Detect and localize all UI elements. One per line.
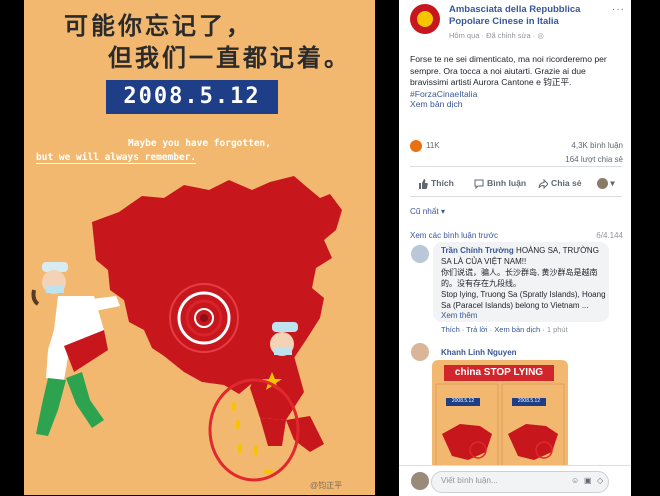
comments-count[interactable]: 4,3K bình luận: [571, 141, 623, 150]
comment-en-text: Stop lying, Truong Sa (Spratly Islands),…: [441, 290, 606, 310]
poster-illustration: [31, 176, 342, 482]
page-avatar[interactable]: [410, 4, 440, 34]
globe-icon: ◎: [537, 31, 544, 40]
nurse-italy-figure: [31, 262, 120, 436]
post-meta-text: Hôm qua · Đã chỉnh sửa ·: [449, 31, 538, 40]
emblem-icon: [417, 11, 433, 27]
poster-date: 2008.5.12: [106, 80, 278, 114]
comment-label: Bình luận: [487, 178, 527, 188]
comment-sort-dropdown[interactable]: Cũ nhất ▾: [410, 206, 445, 216]
poster-english-line2: but we will always remember.: [36, 152, 197, 164]
page-name-link[interactable]: Ambasciata della Repubblica Popolare Cin…: [449, 4, 619, 28]
share-arrow-icon: [538, 178, 549, 189]
divider: [410, 166, 622, 167]
post-meta: Hôm qua · Đã chỉnh sửa · ◎: [449, 31, 544, 40]
commenter-name-link[interactable]: Khanh Linh Nguyen: [441, 348, 517, 357]
comment-image-illustration: [435, 383, 565, 467]
thumbs-up-icon: [419, 178, 428, 189]
speech-bubble-icon: [474, 179, 484, 189]
comment-body: Trần Chính Trường HOÀNG SA, TRƯỜNG SA LÀ…: [441, 246, 606, 267]
commenter-avatar[interactable]: [411, 245, 429, 263]
comment-actions: Thích · Trả lời · Xem bản dịch · 1 phút: [441, 325, 568, 334]
comment-reply-link[interactable]: Trả lời: [466, 325, 487, 334]
audience-selector[interactable]: ▾: [597, 178, 615, 190]
commenter-avatar[interactable]: [411, 343, 429, 361]
view-previous-comments-link[interactable]: Xem các bình luận trước: [410, 231, 498, 240]
chevron-down-icon: ▾: [610, 178, 615, 188]
comment-cn-text: 你们说谎，骗人。长沙群岛, 黄沙群岛是越南的。没有存在九段线。: [441, 268, 598, 288]
comment-image-date-left: 2008.5.12: [451, 398, 475, 404]
more-options-icon[interactable]: ···: [612, 4, 625, 15]
poster-headline-line2: 但我们一直都记着。: [108, 44, 351, 72]
target-marker: [169, 283, 239, 353]
hashtag-link[interactable]: #ForzaCinaeItalia: [410, 89, 477, 99]
scroll-gutter: [631, 0, 660, 495]
camera-icon[interactable]: ▣: [584, 476, 592, 485]
comment-button[interactable]: Bình luận: [474, 178, 526, 189]
translate-link[interactable]: Xem bản dịch: [410, 99, 463, 109]
current-user-avatar: [411, 472, 429, 490]
reactions-count[interactable]: 11K: [426, 141, 440, 150]
share-label: Chia sẻ: [551, 178, 582, 188]
angry-reaction-icon[interactable]: [410, 140, 422, 152]
comment-image-date-right: 2008.5.12: [517, 398, 541, 404]
divider: [410, 196, 622, 197]
user-avatar-small: [597, 178, 608, 190]
commenter-name-link[interactable]: Trần Chính Trường: [441, 246, 514, 255]
caption-text: Forse te ne sei dimenticato, ma noi rico…: [410, 54, 607, 87]
photo-viewer: 可能你忘记了， 但我们一直都记着。 2008.5.12 Maybe you ha…: [0, 0, 399, 495]
poster-image: 可能你忘记了， 但我们一直都记着。 2008.5.12 Maybe you ha…: [24, 0, 375, 495]
like-label: Thích: [431, 178, 454, 188]
comments-progress-count: 6/4.144: [596, 231, 623, 240]
share-button[interactable]: Chia sẻ: [538, 178, 582, 189]
emoji-icon[interactable]: ☺: [571, 476, 579, 485]
poster-watermark: @钧正平: [310, 481, 343, 490]
shares-count[interactable]: 164 lượt chia sẻ: [565, 155, 623, 164]
comment-input-placeholder: Viết bình luận...: [441, 476, 498, 485]
comment-time: 1 phút: [546, 325, 568, 334]
comment-translate-link[interactable]: Xem bản dịch: [494, 325, 540, 334]
comment-image[interactable]: china STOP LYING 2008.5.12 2008.5.12: [432, 360, 568, 470]
comment-like-link[interactable]: Thích: [441, 325, 460, 334]
poster-english-line1: Maybe you have forgotten,: [128, 138, 271, 149]
like-button[interactable]: Thích: [418, 178, 454, 189]
gif-icon[interactable]: ◇: [597, 476, 603, 485]
see-more-link[interactable]: Xem thêm: [441, 311, 477, 320]
comment-en-block: Stop lying, Truong Sa (Spratly Islands),…: [441, 290, 606, 322]
china-map: [92, 176, 342, 394]
post-caption: Forse te ne sei dimenticato, ma noi rico…: [410, 54, 622, 100]
poster-headline-line1: 可能你忘记了，: [64, 12, 253, 40]
